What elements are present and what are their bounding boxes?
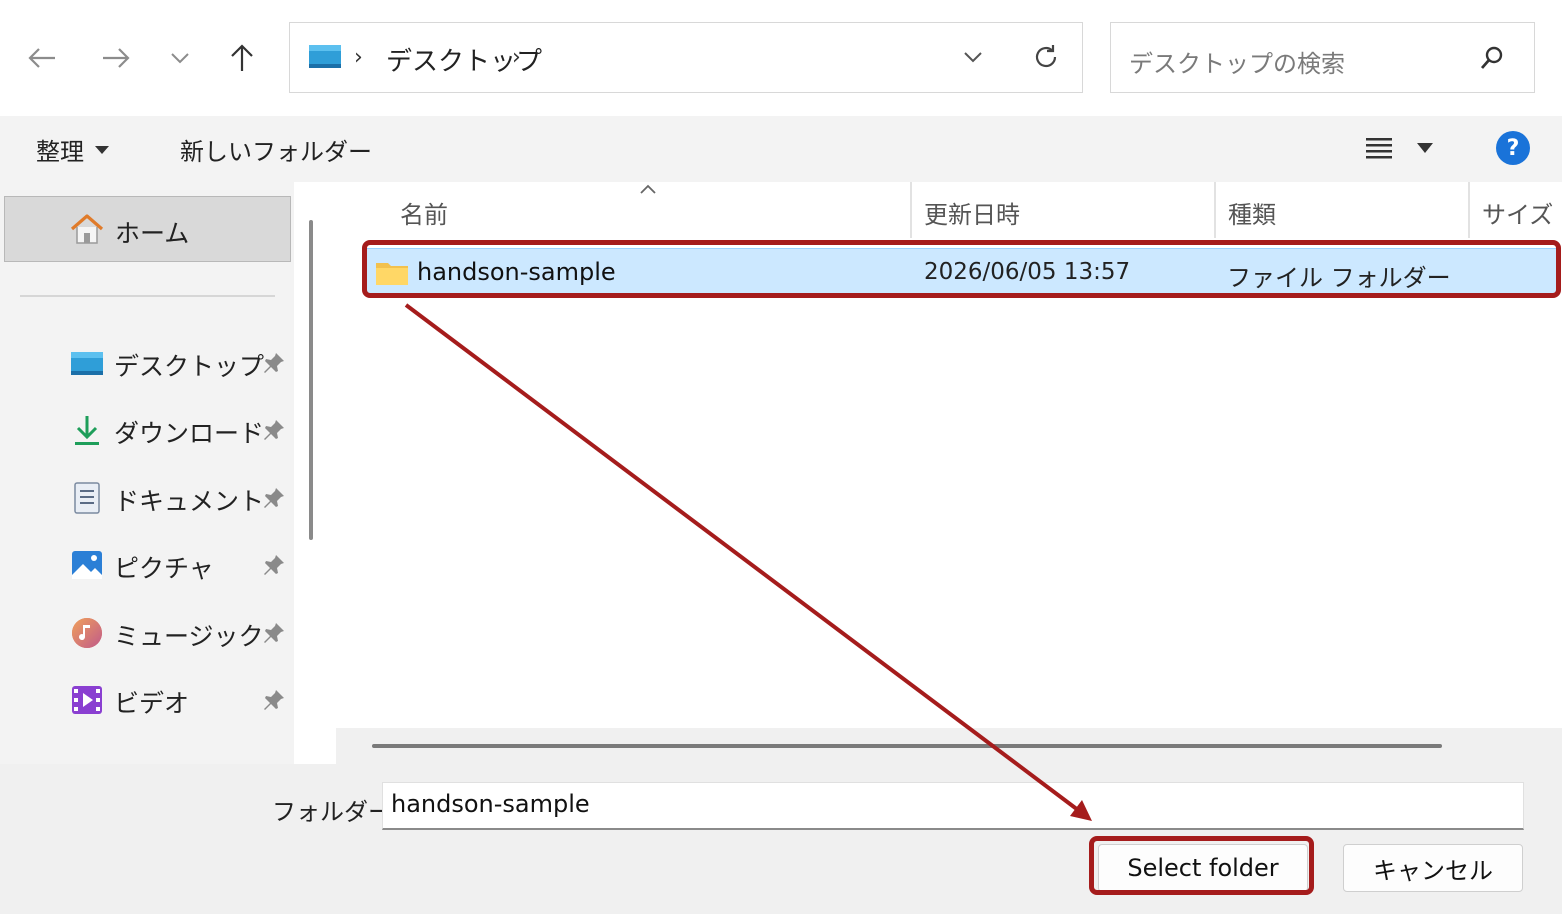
pin-icon[interactable] xyxy=(262,418,286,442)
nav-pane-scrollbar[interactable] xyxy=(294,182,330,764)
chevron-down-icon xyxy=(171,53,189,64)
horizontal-scrollbar[interactable] xyxy=(336,728,1562,764)
chevron-down-icon[interactable] xyxy=(962,45,984,67)
search-icon xyxy=(1480,46,1503,69)
desktop-icon xyxy=(309,45,341,68)
column-divider[interactable] xyxy=(910,182,912,238)
column-label: 名前 xyxy=(400,201,448,229)
folder-name-input[interactable]: handson-sample xyxy=(382,782,1524,830)
view-details-icon[interactable] xyxy=(1364,134,1394,162)
cancel-button[interactable]: キャンセル xyxy=(1343,844,1523,892)
picture-icon xyxy=(72,551,102,579)
column-label: サイズ xyxy=(1482,201,1554,229)
nav-item-label: ピクチャ xyxy=(114,554,214,583)
nav-divider xyxy=(20,295,275,297)
file-list: 名前 更新日時 種類 サイズ handson-sample 2026/06/05… xyxy=(330,182,1562,764)
scrollbar-thumb[interactable] xyxy=(372,744,1442,748)
help-button[interactable]: ? xyxy=(1496,131,1530,165)
nav-item-label: ビデオ xyxy=(114,689,190,718)
recent-locations-button[interactable] xyxy=(158,36,202,80)
nav-item-label: ミュージック xyxy=(114,622,264,651)
nav-item-home[interactable]: ホーム xyxy=(4,196,291,262)
breadcrumb-separator[interactable]: › xyxy=(512,45,521,70)
search-placeholder: デスクトップの検索 xyxy=(1129,50,1345,78)
folder-icon xyxy=(376,263,408,285)
home-icon xyxy=(70,214,104,244)
address-bar-row: › デスクトップ › デスクトップの検索 xyxy=(0,0,1562,116)
file-row-selected[interactable]: handson-sample 2026/06/05 13:57 ファイル フォル… xyxy=(366,248,1558,296)
back-button[interactable] xyxy=(20,36,64,80)
nav-item-pictures[interactable]: ピクチャ xyxy=(0,540,300,590)
organize-label: 整理 xyxy=(36,138,84,166)
pin-icon[interactable] xyxy=(262,688,286,712)
column-divider[interactable] xyxy=(1214,182,1216,238)
breadcrumb-separator: › xyxy=(354,45,363,70)
file-name: handson-sample xyxy=(417,258,616,286)
download-icon xyxy=(75,416,99,445)
arrow-left-icon xyxy=(28,48,55,68)
pin-icon[interactable] xyxy=(262,553,286,577)
document-icon xyxy=(74,482,100,514)
forward-button[interactable] xyxy=(94,36,138,80)
column-header-name[interactable]: 名前 xyxy=(400,182,910,238)
column-divider[interactable] xyxy=(1468,182,1470,238)
nav-item-downloads[interactable]: ダウンロード xyxy=(0,405,300,455)
navigation-pane: ホーム デスクトップ ダウンロード ドキュメント ピクチャ ミュージック ビデオ xyxy=(0,182,300,764)
nav-item-label: ドキュメント xyxy=(114,487,265,516)
nav-item-label: ダウンロード xyxy=(114,419,265,448)
up-button[interactable] xyxy=(220,36,264,80)
refresh-icon[interactable] xyxy=(1032,43,1060,71)
caret-down-icon[interactable] xyxy=(1416,142,1434,154)
nav-item-videos[interactable]: ビデオ xyxy=(0,675,300,725)
select-folder-button[interactable]: Select folder xyxy=(1098,844,1308,892)
column-label: 種類 xyxy=(1228,201,1276,229)
column-header-size[interactable]: サイズ xyxy=(1482,182,1562,238)
nav-item-desktop[interactable]: デスクトップ xyxy=(0,338,300,388)
music-icon xyxy=(72,618,102,648)
nav-item-label: デスクトップ xyxy=(114,352,265,381)
column-label: 更新日時 xyxy=(924,201,1020,229)
nav-item-music[interactable]: ミュージック xyxy=(0,608,300,658)
command-bar: 整理 新しいフォルダー ? xyxy=(0,116,1562,182)
desktop-icon xyxy=(71,352,103,375)
scrollbar-thumb[interactable] xyxy=(309,220,313,540)
dialog-footer: フォルダー: handson-sample Select folder キャンセ… xyxy=(0,764,1562,914)
file-type: ファイル フォルダー xyxy=(1227,264,1451,292)
pin-icon[interactable] xyxy=(262,351,286,375)
new-folder-button[interactable]: 新しいフォルダー xyxy=(180,132,372,167)
column-header-type[interactable]: 種類 xyxy=(1228,182,1468,238)
pin-icon[interactable] xyxy=(262,486,286,510)
organize-button[interactable]: 整理 xyxy=(36,132,110,167)
arrow-up-icon xyxy=(231,44,253,71)
nav-item-documents[interactable]: ドキュメント xyxy=(0,473,300,523)
search-input[interactable]: デスクトップの検索 xyxy=(1110,22,1535,93)
folder-field-label: フォルダー: xyxy=(272,798,401,826)
video-icon xyxy=(72,686,102,714)
arrow-right-icon xyxy=(103,48,130,68)
address-field[interactable]: › デスクトップ › xyxy=(289,22,1083,93)
nav-home-label: ホーム xyxy=(115,219,190,248)
file-modified: 2026/06/05 13:57 xyxy=(924,259,1131,285)
column-header-modified[interactable]: 更新日時 xyxy=(924,182,1214,238)
caret-down-icon xyxy=(95,145,109,154)
pin-icon[interactable] xyxy=(262,621,286,645)
